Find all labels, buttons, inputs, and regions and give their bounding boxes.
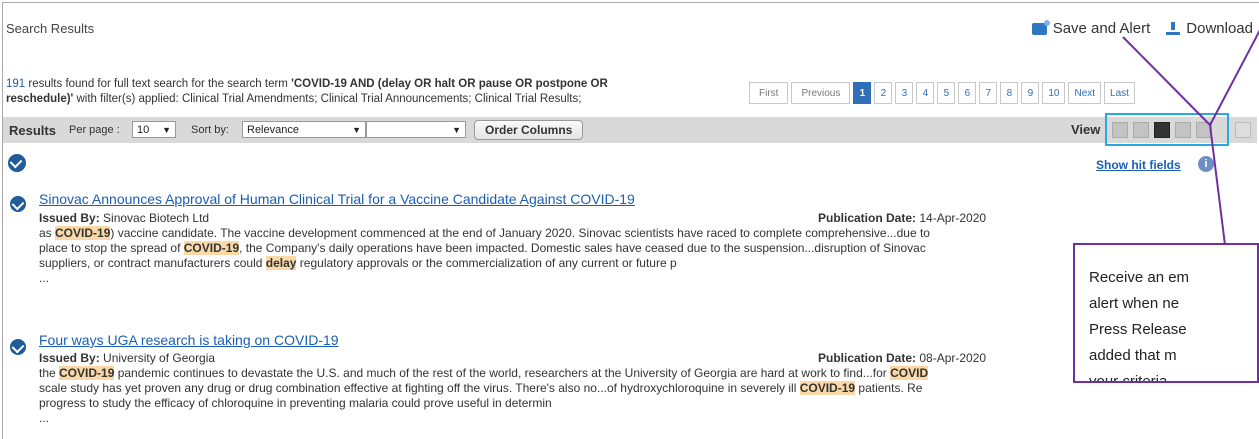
annotation-arrow	[1122, 29, 1259, 246]
callout-line: added that m	[1089, 347, 1177, 364]
callout-line: Press Release	[1089, 321, 1187, 338]
callout-line: your criteria.	[1089, 373, 1172, 383]
callout-line: alert when ne	[1089, 295, 1180, 312]
save-alert-callout: Receive an em alert when ne Press Releas…	[1073, 243, 1259, 383]
callout-line: Receive an em	[1089, 269, 1190, 286]
